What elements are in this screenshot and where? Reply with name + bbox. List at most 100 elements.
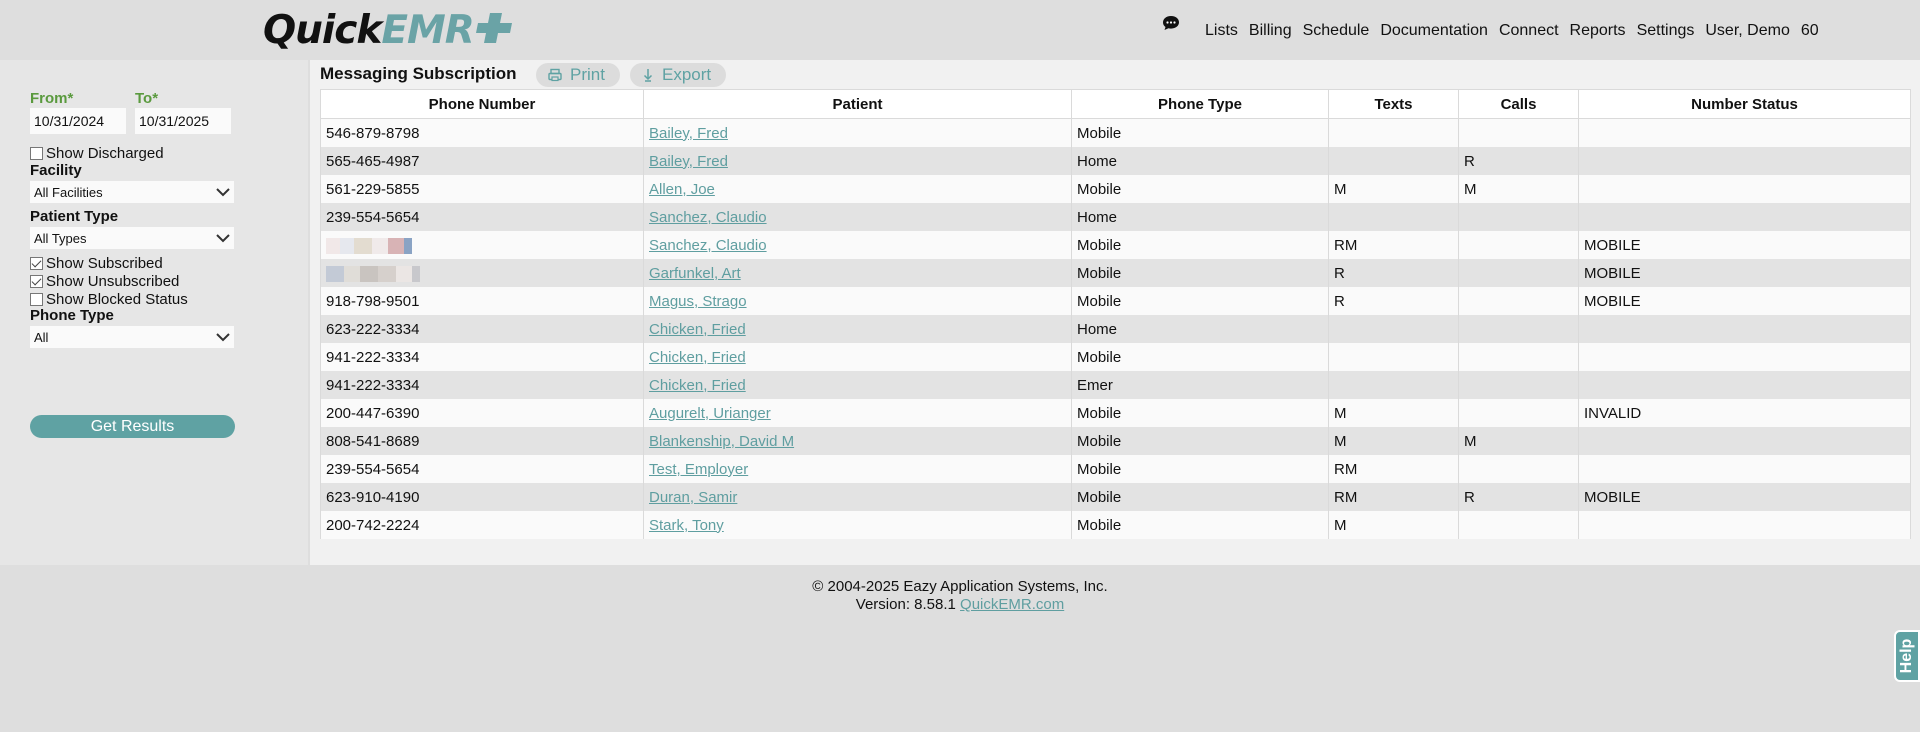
cell-calls bbox=[1458, 315, 1579, 343]
footer-website-link[interactable]: QuickEMR.com bbox=[960, 596, 1064, 613]
nav-documentation[interactable]: Documentation bbox=[1380, 22, 1488, 40]
cell-phone-type: Mobile bbox=[1071, 511, 1329, 539]
cell-texts bbox=[1328, 371, 1459, 399]
quickemr-logo[interactable]: Quick EMR bbox=[263, 6, 516, 54]
facility-select-value: All Facilities bbox=[34, 184, 103, 200]
patient-link[interactable]: Duran, Samir bbox=[649, 489, 737, 506]
patient-type-label: Patient Type bbox=[30, 208, 119, 225]
nav-schedule[interactable]: Schedule bbox=[1303, 22, 1370, 40]
show-subscribed-row[interactable]: Show Subscribed bbox=[30, 255, 163, 272]
from-date-input[interactable] bbox=[30, 108, 126, 134]
cell-patient[interactable]: Augurelt, Urianger bbox=[643, 399, 1072, 427]
column-header-calls[interactable]: Calls bbox=[1458, 89, 1579, 119]
cell-patient[interactable]: Chicken, Fried bbox=[643, 343, 1072, 371]
cell-patient[interactable]: Chicken, Fried bbox=[643, 315, 1072, 343]
filter-sidebar: From* To* Show Discharged Facility All F… bbox=[0, 60, 308, 565]
patient-link[interactable]: Augurelt, Urianger bbox=[649, 405, 771, 422]
column-header-patient[interactable]: Patient bbox=[643, 89, 1072, 119]
patient-link[interactable]: Sanchez, Claudio bbox=[649, 209, 767, 226]
show-unsubscribed-row[interactable]: Show Unsubscribed bbox=[30, 273, 179, 290]
cell-patient[interactable]: Sanchez, Claudio bbox=[643, 203, 1072, 231]
facility-select[interactable]: All Facilities bbox=[30, 181, 234, 203]
logo-quick-text: Quick bbox=[263, 7, 382, 53]
cell-patient[interactable]: Sanchez, Claudio bbox=[643, 231, 1072, 259]
column-header-phone-type[interactable]: Phone Type bbox=[1071, 89, 1329, 119]
patient-link[interactable]: Chicken, Fried bbox=[649, 349, 746, 366]
patient-link[interactable]: Magus, Strago bbox=[649, 293, 747, 310]
help-tab[interactable]: Help bbox=[1894, 630, 1920, 682]
logo-emr-text: EMR bbox=[381, 7, 474, 53]
cell-phone-type: Home bbox=[1071, 315, 1329, 343]
to-label: To* bbox=[135, 90, 159, 107]
cell-phone-number: 808-541-8689 bbox=[320, 427, 644, 455]
patient-link[interactable]: Garfunkel, Art bbox=[649, 265, 741, 282]
cell-patient[interactable]: Allen, Joe bbox=[643, 175, 1072, 203]
cell-phone-type: Mobile bbox=[1071, 287, 1329, 315]
table-row: Sanchez, Claudio Mobile RM MOBILE bbox=[320, 231, 1911, 259]
nav-billing[interactable]: Billing bbox=[1249, 22, 1292, 40]
cell-number-status bbox=[1578, 455, 1911, 483]
cell-patient[interactable]: Magus, Strago bbox=[643, 287, 1072, 315]
cell-patient[interactable]: Blankenship, David M bbox=[643, 427, 1072, 455]
show-blocked-label: Show Blocked Status bbox=[46, 291, 188, 308]
patient-link[interactable]: Test, Employer bbox=[649, 461, 748, 478]
show-subscribed-checkbox[interactable] bbox=[30, 257, 43, 270]
cell-calls bbox=[1458, 371, 1579, 399]
show-discharged-row[interactable]: Show Discharged bbox=[30, 145, 164, 162]
chevron-down-icon bbox=[216, 234, 230, 243]
footer-version-line: Version: 8.58.1 QuickEMR.com bbox=[0, 596, 1920, 614]
table-row: 200-447-6390 Augurelt, Urianger Mobile M INV… bbox=[320, 399, 1911, 427]
show-unsubscribed-checkbox[interactable] bbox=[30, 275, 43, 288]
patient-link[interactable]: Stark, Tony bbox=[649, 517, 724, 534]
nav-connect[interactable]: Connect bbox=[1499, 22, 1559, 40]
chat-icon[interactable] bbox=[1162, 14, 1180, 32]
cell-patient[interactable]: Bailey, Fred bbox=[643, 118, 1072, 147]
show-discharged-label: Show Discharged bbox=[46, 145, 164, 162]
nav-user-menu[interactable]: User, Demo bbox=[1705, 22, 1789, 40]
cell-patient[interactable]: Test, Employer bbox=[643, 455, 1072, 483]
table-row: 623-222-3334 Chicken, Fried Home bbox=[320, 315, 1911, 343]
cell-number-status: MOBILE bbox=[1578, 231, 1911, 259]
patient-type-select[interactable]: All Types bbox=[30, 227, 234, 249]
get-results-button[interactable]: Get Results bbox=[30, 415, 235, 438]
patient-link[interactable]: Sanchez, Claudio bbox=[649, 237, 767, 254]
cell-patient[interactable]: Chicken, Fried bbox=[643, 371, 1072, 399]
cell-texts: RM bbox=[1328, 455, 1459, 483]
show-discharged-checkbox[interactable] bbox=[30, 147, 43, 160]
patient-link[interactable]: Blankenship, David M bbox=[649, 433, 794, 450]
column-header-phone-number[interactable]: Phone Number bbox=[320, 89, 644, 119]
cell-patient[interactable]: Duran, Samir bbox=[643, 483, 1072, 511]
patient-link[interactable]: Allen, Joe bbox=[649, 181, 715, 198]
nav-reports[interactable]: Reports bbox=[1570, 22, 1626, 40]
patient-link[interactable]: Bailey, Fred bbox=[649, 153, 728, 170]
table-row: 200-742-2224 Stark, Tony Mobile M bbox=[320, 511, 1911, 539]
cell-phone-number: 623-222-3334 bbox=[320, 315, 644, 343]
cell-phone-number: 200-447-6390 bbox=[320, 399, 644, 427]
cell-texts: RM bbox=[1328, 231, 1459, 259]
cell-patient[interactable]: Garfunkel, Art bbox=[643, 259, 1072, 287]
cell-texts bbox=[1328, 343, 1459, 371]
show-blocked-checkbox[interactable] bbox=[30, 293, 43, 306]
column-header-number-status[interactable]: Number Status bbox=[1578, 89, 1911, 119]
patient-link[interactable]: Bailey, Fred bbox=[649, 125, 728, 142]
column-header-texts[interactable]: Texts bbox=[1328, 89, 1459, 119]
cell-patient[interactable]: Bailey, Fred bbox=[643, 147, 1072, 175]
show-blocked-row[interactable]: Show Blocked Status bbox=[30, 291, 188, 308]
patient-link[interactable]: Chicken, Fried bbox=[649, 377, 746, 394]
cell-texts: RM bbox=[1328, 483, 1459, 511]
cell-texts: M bbox=[1328, 427, 1459, 455]
to-date-input[interactable] bbox=[135, 108, 231, 134]
cell-patient[interactable]: Stark, Tony bbox=[643, 511, 1072, 539]
logo-plus-icon bbox=[475, 11, 516, 50]
print-button[interactable]: Print bbox=[536, 63, 620, 87]
cell-texts bbox=[1328, 147, 1459, 175]
patient-link[interactable]: Chicken, Fried bbox=[649, 321, 746, 338]
nav-settings[interactable]: Settings bbox=[1637, 22, 1695, 40]
export-button[interactable]: Export bbox=[630, 63, 727, 87]
cell-phone-number: 941-222-3334 bbox=[320, 371, 644, 399]
redacted-phone-number bbox=[326, 237, 412, 254]
chevron-down-icon bbox=[216, 333, 230, 342]
phone-type-select[interactable]: All bbox=[30, 326, 234, 348]
nav-lists[interactable]: Lists bbox=[1205, 22, 1238, 40]
cell-phone-type: Mobile bbox=[1071, 483, 1329, 511]
